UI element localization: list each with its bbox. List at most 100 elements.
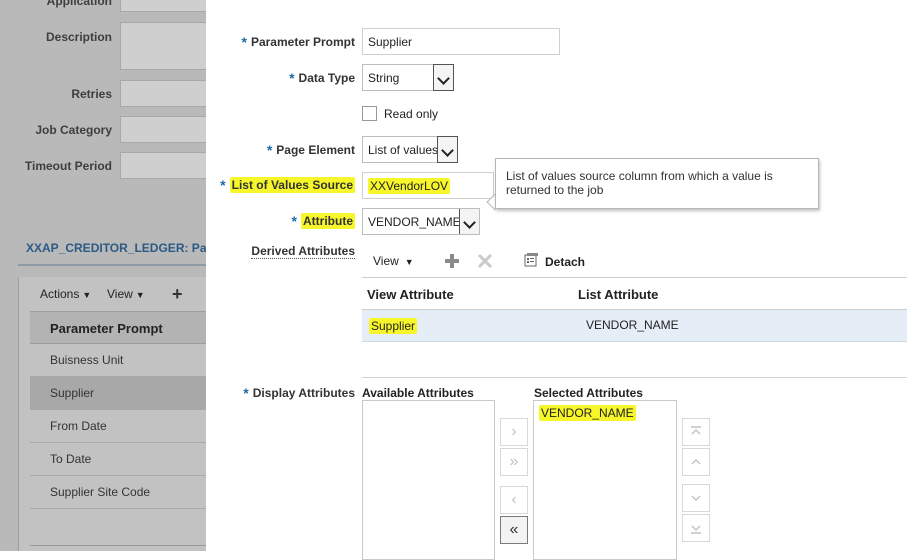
timeout-period-label: Timeout Period [24,159,112,173]
retries-field [120,80,206,107]
required-marker: * [220,177,226,193]
list-attribute-cell: VENDOR_NAME [586,318,679,332]
detach-button[interactable]: Detach [545,255,585,269]
move-right-button[interactable]: › [500,418,528,446]
double-chevron-right-icon: » [509,453,519,470]
table-row: Buisness Unit [30,344,206,377]
lov-source-label: * List of Values Source [220,176,355,193]
page-element-label-text: Page Element [276,143,355,157]
column-header-list-attribute[interactable]: List Attribute [578,287,658,302]
required-marker: * [241,34,247,50]
move-bottom-button[interactable] [682,514,710,542]
move-left-button[interactable]: ‹ [500,486,528,514]
page-element-value: List of values [368,143,439,157]
add-icon[interactable] [444,253,460,269]
chevron-left-icon: ‹ [511,491,517,508]
required-marker: * [289,70,295,86]
attribute-label-text: Attribute [301,213,355,229]
lov-source-label-text: List of Values Source [229,177,355,193]
view-menu-label: View [373,254,399,268]
data-type-label: * Data Type [289,69,355,86]
parameters-table: Parameter Prompt Buisness Unit Supplier … [30,311,206,509]
double-chevron-left-icon: « [509,521,519,538]
table-row-selected: Supplier [30,377,206,410]
available-attributes-list[interactable] [362,400,495,560]
page-element-select[interactable]: List of values [362,136,458,163]
chevron-down-icon[interactable] [437,136,458,163]
tooltip: List of values source column from which … [495,158,819,209]
data-type-value: String [368,71,400,85]
chevron-down-icon [691,495,701,502]
table-row-selected[interactable]: Supplier VENDOR_NAME [362,310,907,342]
caret-down-icon: ▼ [82,290,92,300]
parameter-prompt-label: * Parameter Prompt [241,33,356,50]
parameter-dialog: * Parameter Prompt Supplier * Data Type St… [206,0,921,560]
required-marker: * [243,385,249,401]
add-icon: + [172,284,183,304]
job-category-label: Job Category [35,123,112,137]
detach-icon[interactable] [524,252,539,267]
retries-label: Retries [71,87,112,101]
application-field [120,0,206,12]
view-menu[interactable]: View ▼ [373,254,414,268]
section-title: XXAP_CREDITOR_LEDGER: Pa [26,241,206,255]
attribute-select[interactable]: VENDOR_NAME [362,208,480,235]
chevron-down-icon[interactable] [459,209,479,234]
chevron-down-icon[interactable] [433,64,454,91]
derived-attributes-label: Derived Attributes [251,244,355,259]
table-row: Supplier Site Code [30,476,206,509]
parameter-prompt-label-text: Parameter Prompt [250,35,355,49]
list-item[interactable]: VENDOR_NAME [539,405,636,421]
chevron-up-icon [691,458,701,465]
view-attribute-cell: Supplier [369,318,418,334]
derived-attributes-label-text: Derived Attributes [251,244,355,259]
table-row: From Date [30,410,206,443]
timeout-period-field [120,152,206,179]
chevron-right-icon: › [511,423,517,440]
view-menu: View ▼ [107,287,145,301]
move-top-button[interactable] [682,418,710,446]
lov-source-input[interactable]: XXVendorLOV [362,172,494,199]
page-element-label: * Page Element [266,141,355,158]
actions-menu-label: Actions [40,287,80,301]
caret-down-icon: ▼ [135,290,145,300]
move-to-bottom-icon [691,525,701,534]
job-category-field [120,116,206,143]
data-type-select[interactable]: String [362,64,454,91]
description-label: Description [45,30,112,44]
section-divider [362,377,907,378]
required-marker: * [266,142,273,158]
column-header-view-attribute[interactable]: View Attribute [367,287,454,302]
required-marker: * [291,213,297,229]
section-divider [18,264,206,266]
selected-attributes-title: Selected Attributes [534,386,643,400]
background-page: Application Description Retries Job Cate… [0,0,206,551]
read-only-label: Read only [384,107,439,121]
move-all-right-button[interactable]: » [500,448,528,476]
selected-attributes-list[interactable]: VENDOR_NAME [533,400,677,560]
description-field [120,22,206,70]
lov-source-value: XXVendorLOV [368,178,451,194]
application-label: Application [46,0,112,8]
selected-attribute-item: VENDOR_NAME [539,405,636,421]
actions-menu: Actions ▼ [40,287,91,301]
move-to-top-icon [691,426,701,435]
attribute-label: * Attribute [291,212,355,229]
toolbar-divider [362,277,907,278]
display-attributes-label: * Display Attributes [243,384,355,401]
view-menu-label: View [107,287,133,301]
move-all-left-button[interactable]: « [500,516,528,544]
attribute-value: VENDOR_NAME [368,215,461,229]
available-attributes-title: Available Attributes [362,386,474,400]
read-only-checkbox[interactable] [362,106,377,121]
move-down-button[interactable] [682,484,710,512]
table-header-parameter-prompt: Parameter Prompt [30,311,206,344]
caret-down-icon: ▼ [404,257,414,267]
display-attributes-label-text: Display Attributes [252,386,355,400]
delete-icon[interactable] [477,253,493,269]
table-row: To Date [30,443,206,476]
table-bottom-divider [30,545,206,546]
data-type-label-text: Data Type [298,71,355,85]
parameter-prompt-input[interactable]: Supplier [362,28,560,55]
move-up-button[interactable] [682,448,710,476]
